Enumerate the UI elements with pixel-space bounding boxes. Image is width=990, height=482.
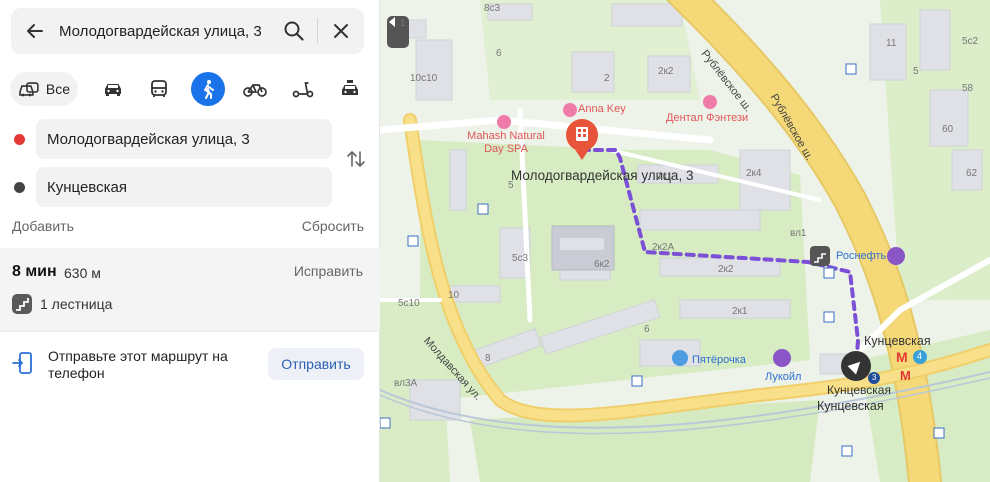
building-number: 2	[604, 73, 610, 84]
search-button[interactable]	[271, 8, 317, 54]
route-start-label: Кунцевская	[817, 399, 884, 413]
swap-button[interactable]	[345, 148, 367, 170]
clear-button[interactable]	[318, 8, 364, 54]
close-icon	[334, 24, 348, 38]
mode-walk[interactable]	[191, 72, 225, 106]
stop-kuntsevskaya[interactable]: Кунцевская	[827, 383, 891, 397]
reset-link[interactable]: Сбросить	[302, 218, 364, 234]
car-icon	[105, 84, 121, 96]
back-button[interactable]	[11, 8, 59, 54]
chevron-left-icon	[389, 17, 395, 27]
stairs-icon	[12, 294, 32, 314]
bicycle-icon	[243, 84, 267, 97]
mode-bike[interactable]	[238, 72, 272, 106]
building-number: 1	[400, 18, 406, 29]
stairs-count: 1 лестница	[40, 296, 113, 312]
metro-line-badge-3: 3	[872, 373, 877, 382]
transport-modes: Все	[10, 72, 370, 108]
section-divider	[0, 331, 380, 332]
building-number: 8	[485, 353, 491, 364]
poi-mahash-spa[interactable]: Mahash Natural Day SPA	[464, 130, 548, 156]
building-number: 5с10	[398, 298, 420, 309]
route-actions: Добавить Сбросить	[12, 218, 364, 234]
building-number: 5с2	[962, 36, 979, 47]
pedestrian-icon	[204, 80, 214, 99]
poi-anna-key[interactable]: Anna Key	[578, 103, 626, 115]
fix-route-link[interactable]: Исправить	[294, 263, 363, 279]
poi-lukoil[interactable]: Лукойл	[765, 371, 801, 383]
destination-label: Молодогвардейская улица, 3	[511, 168, 694, 183]
mode-car[interactable]	[96, 72, 130, 106]
building-number: 11	[886, 38, 897, 49]
route-panel: Молодогвардейская улица, 3 Все Молодогва…	[0, 0, 380, 482]
metro-kuntsevskaya[interactable]: Кунцевская	[864, 334, 931, 348]
poi-rosneft[interactable]: Роснефть	[836, 250, 886, 262]
search-bar: Молодогвардейская улица, 3	[11, 8, 364, 54]
svg-text:M: M	[900, 368, 911, 383]
building-number: 5	[913, 66, 919, 77]
building-number: 5с3	[512, 253, 529, 264]
building-number: 2к4	[746, 168, 762, 179]
mode-all[interactable]: Все	[10, 72, 78, 106]
building-number: 2к2	[718, 264, 734, 275]
poi-pyaterochka[interactable]: Пятёрочка	[692, 354, 746, 366]
building-number: 5	[508, 180, 514, 191]
mode-all-label: Все	[45, 81, 70, 97]
send-button[interactable]: Отправить	[268, 348, 364, 380]
map-view[interactable]: M M Молодогвардейская улица, 3 Anna Key …	[380, 0, 990, 482]
building-number: 60	[942, 124, 954, 135]
car-bus-icon	[19, 82, 39, 97]
metro-line-badge-4: 4	[917, 351, 923, 361]
taxi-icon	[342, 80, 358, 95]
mode-scooter[interactable]	[286, 72, 320, 106]
building-number: 10	[448, 290, 460, 301]
arrow-left-icon	[27, 24, 43, 38]
building-number: 62	[966, 168, 978, 179]
building-number: 8с3	[484, 3, 501, 14]
building-number: 10с10	[410, 73, 438, 84]
mode-taxi[interactable]	[333, 72, 367, 106]
map-canvas: M M	[380, 0, 990, 482]
destination-field[interactable]: Кунцевская	[36, 167, 332, 207]
route-distance: 630 м	[64, 265, 101, 281]
building-number: 2к2	[658, 66, 674, 77]
building-number: 2к2А	[652, 242, 675, 253]
building-number: 58	[962, 83, 974, 94]
route-summary[interactable]	[0, 248, 380, 331]
building-number: 6	[496, 48, 502, 59]
building-number: 2к1	[732, 306, 748, 317]
send-to-phone-text: Отправьте этот маршрут на телефон	[48, 348, 228, 381]
origin-field[interactable]: Молодогвардейская улица, 3	[36, 119, 332, 159]
search-query[interactable]: Молодогвардейская улица, 3	[59, 23, 271, 40]
poi-dental[interactable]: Дентал Фэнтези	[666, 112, 748, 124]
mode-transit[interactable]	[142, 72, 176, 106]
bus-icon	[151, 80, 167, 97]
building-number: 1к1	[657, 171, 673, 182]
search-icon	[284, 21, 304, 41]
building-number: вл3А	[394, 378, 418, 389]
building-number: 6	[644, 324, 650, 335]
building-number: 6к2	[594, 259, 610, 270]
origin-dot	[14, 134, 25, 145]
add-point-link[interactable]: Добавить	[12, 218, 74, 234]
building-number: вл1	[790, 228, 807, 239]
swap-icon	[347, 151, 365, 167]
phone-icon	[12, 351, 34, 375]
svg-text:M: M	[896, 349, 908, 365]
route-time: 8 мин	[12, 263, 57, 280]
destination-dot	[14, 182, 25, 193]
scooter-icon	[292, 82, 314, 98]
